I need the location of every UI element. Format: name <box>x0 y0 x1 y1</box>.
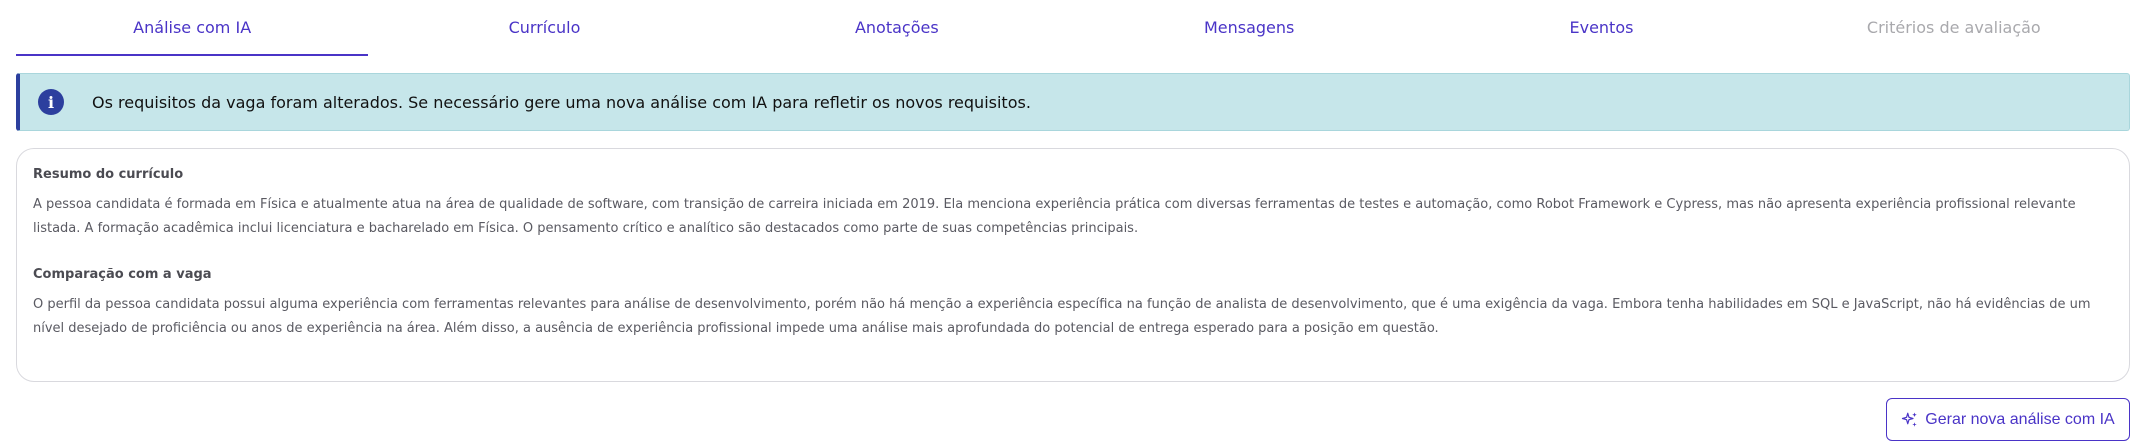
tab-label: Critérios de avaliação <box>1866 17 2041 37</box>
tab-analise-com-ia[interactable]: Análise com IA <box>16 0 369 56</box>
tab-label: Análise com IA <box>133 17 252 37</box>
comparison-title: Comparação com a vaga <box>33 267 212 282</box>
ai-analysis-card: Resumo do currículo A pessoa candidata é… <box>16 148 2130 382</box>
generate-new-analysis-button[interactable]: Gerar nova análise com IA <box>1886 398 2130 441</box>
tab-bar: Análise com IA Currículo Anotações Mensa… <box>16 0 2130 56</box>
tab-curriculo[interactable]: Currículo <box>368 0 720 56</box>
summary-body: A pessoa candidata é formada em Física e… <box>33 197 2076 236</box>
info-icon: i <box>38 89 64 115</box>
comparison-body: O perfil da pessoa candidata possui algu… <box>33 297 2091 336</box>
tab-eventos[interactable]: Eventos <box>1425 0 1777 56</box>
alert-message: Os requisitos da vaga foram alterados. S… <box>92 92 1031 112</box>
sparkles-icon <box>1902 412 1918 427</box>
requirements-changed-alert: i Os requisitos da vaga foram alterados.… <box>16 73 2130 131</box>
tab-anotacoes[interactable]: Anotações <box>721 0 1073 56</box>
tab-label: Eventos <box>1569 17 1634 37</box>
tab-label: Currículo <box>508 17 581 37</box>
tab-label: Mensagens <box>1203 17 1295 37</box>
tab-label: Anotações <box>854 17 939 37</box>
summary-title: Resumo do currículo <box>33 167 184 182</box>
tab-mensagens[interactable]: Mensagens <box>1073 0 1425 56</box>
tab-criterios-de-avaliacao: Critérios de avaliação <box>1778 0 2130 56</box>
generate-button-label: Gerar nova análise com IA <box>1925 410 2115 428</box>
